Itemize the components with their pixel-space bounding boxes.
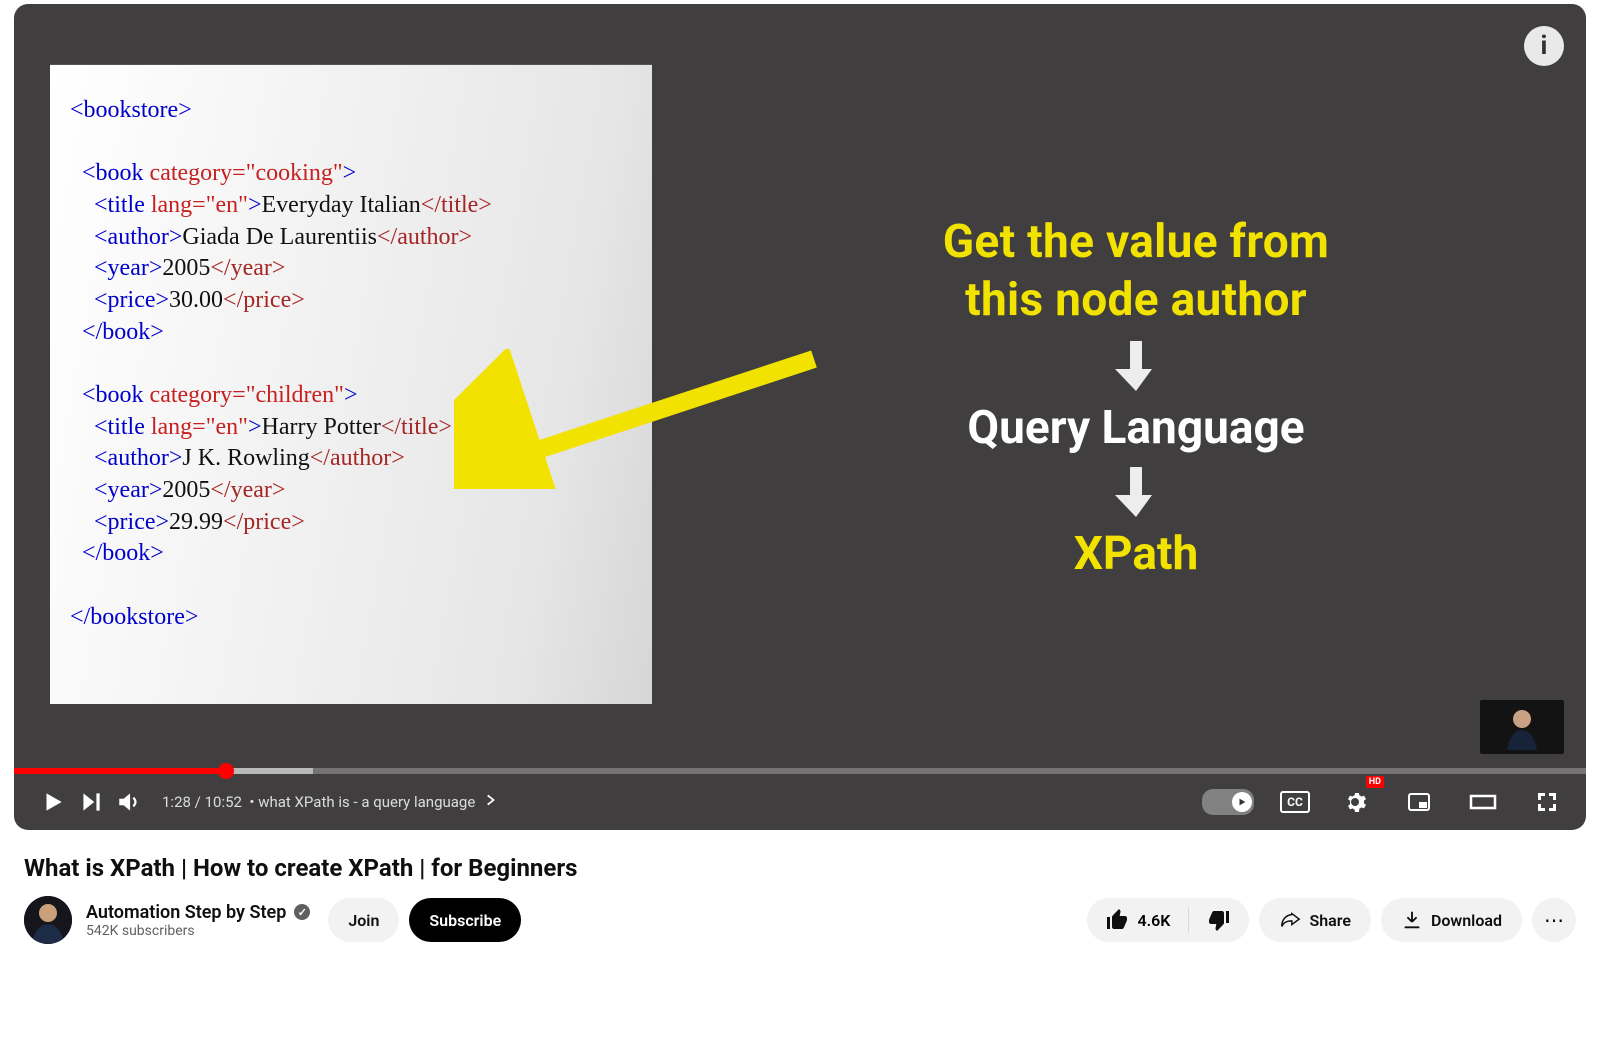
chevron-right-icon[interactable] <box>483 793 497 811</box>
captions-button[interactable]: CC <box>1280 791 1310 813</box>
more-actions-button[interactable]: ⋯ <box>1532 898 1576 942</box>
fullscreen-button[interactable] <box>1528 783 1566 821</box>
like-dislike-group: 4.6K <box>1087 898 1249 942</box>
join-button[interactable]: Join <box>328 898 399 942</box>
time-display: 1:28 / 10:52 • what XPath is - a query l… <box>162 793 497 811</box>
total-time: 10:52 <box>205 793 242 811</box>
miniplayer-button[interactable] <box>1400 783 1438 821</box>
channel-avatar[interactable] <box>24 896 72 944</box>
video-title: What is XPath | How to create XPath | fo… <box>24 854 1576 882</box>
settings-button[interactable]: HD <box>1336 783 1374 821</box>
down-arrow-icon <box>726 463 1546 519</box>
channel-name[interactable]: Automation Step by Step ✓ <box>86 902 310 923</box>
theater-button[interactable] <box>1464 783 1502 821</box>
down-arrow-icon <box>726 337 1546 393</box>
dislike-button[interactable] <box>1189 898 1249 942</box>
subscribe-button[interactable]: Subscribe <box>409 898 521 942</box>
info-card-button[interactable]: i <box>1524 26 1564 66</box>
player-controls: 1:28 / 10:52 • what XPath is - a query l… <box>14 774 1586 830</box>
volume-button[interactable] <box>110 783 148 821</box>
share-button[interactable]: Share <box>1259 898 1371 942</box>
like-count: 4.6K <box>1137 911 1170 930</box>
quality-badge: HD <box>1366 776 1384 788</box>
slide-mid-label: Query Language <box>726 401 1546 455</box>
video-player[interactable]: <bookstore> <book category="cooking"> <t… <box>14 4 1586 830</box>
chapter-label[interactable]: what XPath is - a query language <box>258 793 475 811</box>
slide-headline2: this node author <box>726 272 1546 330</box>
play-button[interactable] <box>34 783 72 821</box>
like-button[interactable]: 4.6K <box>1087 898 1188 942</box>
autoplay-toggle[interactable] <box>1202 789 1254 815</box>
current-time: 1:28 <box>162 793 191 811</box>
subscriber-count: 542K subscribers <box>86 923 310 939</box>
download-button[interactable]: Download <box>1381 898 1522 942</box>
verified-icon: ✓ <box>294 904 310 920</box>
next-button[interactable] <box>72 783 110 821</box>
slide-right-panel: Get the value from this node author Quer… <box>726 214 1546 581</box>
slide-headline1: Get the value from <box>726 214 1546 272</box>
slide-final-label: XPath <box>726 527 1546 581</box>
presenter-thumbnail[interactable] <box>1480 700 1564 754</box>
